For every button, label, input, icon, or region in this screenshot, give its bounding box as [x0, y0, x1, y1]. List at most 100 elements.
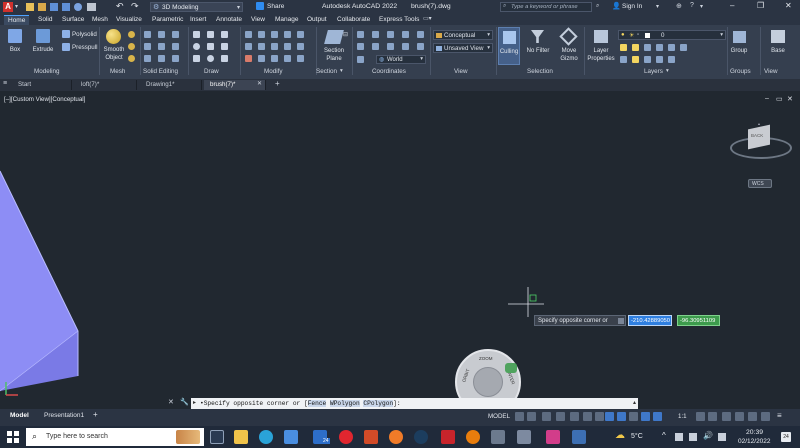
ellipse-icon[interactable] [207, 55, 214, 62]
layer-tool-icon[interactable] [656, 44, 663, 51]
user-icon[interactable]: 👤 [612, 2, 621, 10]
culling-button[interactable]: Culling [498, 27, 520, 65]
tab-collaborate[interactable]: Collaborate [333, 15, 374, 25]
move-icon[interactable] [245, 31, 252, 38]
wheel-zoom-label[interactable]: ZOOM [479, 356, 493, 361]
network-icon[interactable] [689, 433, 697, 441]
tray-icon[interactable] [675, 433, 683, 441]
weather-icon[interactable]: ☁ [615, 430, 625, 441]
language-icon[interactable] [718, 433, 726, 441]
viewport-minimize-icon[interactable]: – [765, 95, 769, 102]
solid-edit-icon[interactable] [144, 55, 151, 62]
infer-icon[interactable] [542, 412, 551, 421]
ucs-icon[interactable] [402, 43, 409, 50]
binoculars-icon[interactable]: ⌕ [596, 3, 599, 10]
layers-panel-label[interactable]: Layers [644, 68, 663, 75]
share-icon[interactable] [256, 2, 264, 10]
lineweight-icon[interactable] [629, 412, 638, 421]
layer-properties-button[interactable]: Layer Properties [586, 27, 616, 65]
mesh-panel-label[interactable]: Mesh [110, 68, 125, 75]
viewport-close-icon[interactable]: ✕ [787, 95, 793, 103]
trim-icon[interactable] [271, 31, 278, 38]
modeling-panel-label[interactable]: Modeling [34, 68, 60, 75]
layer-tool-icon[interactable] [632, 44, 639, 51]
doc-tab-loft[interactable]: loft(7)* [75, 80, 137, 90]
tab-visualize[interactable]: Visualize [112, 15, 146, 25]
ucs-icon[interactable] [357, 56, 364, 63]
tab-parametric[interactable]: Parametric [148, 15, 187, 25]
extrude-button[interactable]: Extrude [30, 27, 56, 61]
layer-tool-icon[interactable] [620, 56, 627, 63]
annotation-visibility-icon[interactable] [641, 412, 650, 421]
quick-access-save-icon[interactable] [50, 3, 58, 11]
chevron-down-icon[interactable]: ▾ [666, 68, 669, 74]
ucs-icon[interactable] [372, 43, 379, 50]
stretch-icon[interactable] [258, 43, 265, 50]
minimize-icon[interactable]: – [730, 1, 734, 10]
ucs-icon[interactable] [417, 31, 424, 38]
add-layout-icon[interactable]: + [93, 410, 98, 419]
view-panel-label[interactable]: View [454, 68, 468, 75]
tab-mesh[interactable]: Mesh [88, 15, 112, 25]
ucs-dropdown[interactable]: ◍ World ▾ [376, 55, 426, 64]
solid-edit-icon[interactable] [172, 31, 179, 38]
ucs-icon[interactable] [417, 43, 424, 50]
autocad-taskbar-icon[interactable] [441, 430, 455, 444]
presspull-button[interactable]: Presspull [72, 44, 97, 51]
command-close-icon[interactable]: ✕ [168, 398, 174, 406]
3d-move-icon[interactable] [284, 55, 291, 62]
layer-tool-icon[interactable] [668, 56, 675, 63]
layer-tool-icon[interactable] [656, 56, 663, 63]
workspace-switch-icon[interactable] [696, 412, 705, 421]
hardware-acceleration-icon[interactable] [748, 412, 757, 421]
redo-icon[interactable]: ↷ [131, 1, 139, 12]
base-button[interactable]: Base [764, 27, 792, 65]
model-space-button[interactable]: MODEL [488, 413, 510, 420]
polar-icon[interactable] [583, 412, 592, 421]
solid-edit-icon[interactable] [172, 43, 179, 50]
annotation-scale[interactable]: 1:1 [678, 413, 687, 420]
option-cpolygon[interactable]: CPolygon [363, 400, 394, 407]
ucs-icon[interactable] [402, 31, 409, 38]
wcs-menu[interactable]: WCS [748, 179, 772, 188]
option-wpolygon[interactable]: WPolygon [329, 400, 360, 407]
office-icon[interactable] [364, 430, 378, 444]
annotation-monitor-icon[interactable] [708, 412, 717, 421]
coord-y-input[interactable]: -96.30951109 [677, 315, 720, 326]
hamburger-icon[interactable]: ≡ [3, 80, 7, 87]
selection-panel-label[interactable]: Selection [527, 68, 553, 75]
workspace-dropdown[interactable]: ⚙ 3D Modeling ▾ [150, 2, 243, 12]
auto-scale-icon[interactable] [653, 412, 662, 421]
modify-panel-label[interactable]: Modify [264, 68, 283, 75]
chevron-down-icon[interactable]: ▾ [340, 68, 343, 74]
new-tab-icon[interactable]: + [275, 79, 280, 88]
app-icon-3[interactable] [546, 430, 560, 444]
smooth-object-button[interactable]: Smooth Object [102, 27, 126, 65]
solid-edit-icon[interactable] [158, 43, 165, 50]
offset-icon[interactable] [297, 43, 304, 50]
ribbon-minimize-icon[interactable]: ▭▾ [423, 15, 432, 22]
polyline-icon[interactable] [207, 31, 214, 38]
chevron-down-icon[interactable]: ▾ [656, 3, 659, 10]
spline-icon[interactable] [221, 43, 228, 50]
taskbar-search-input[interactable]: ⌕ Type here to search [26, 428, 204, 446]
quick-access-print-icon[interactable] [87, 3, 96, 11]
file-explorer-icon[interactable] [234, 430, 248, 444]
app-icon-2[interactable] [517, 430, 531, 444]
opera-icon[interactable] [339, 430, 353, 444]
tab-solid[interactable]: Solid [34, 15, 56, 25]
grid-icon[interactable] [515, 412, 524, 421]
tab-view[interactable]: View [247, 15, 269, 25]
solid-edit-icon[interactable] [158, 31, 165, 38]
3d-solid-object[interactable] [0, 91, 120, 398]
dynamic-input-icon[interactable] [556, 412, 565, 421]
layer-tool-icon[interactable] [644, 44, 651, 51]
view-panel-label-2[interactable]: View [764, 68, 778, 75]
layer-dropdown[interactable]: ● ☀ ▫ 0 ▾ [618, 30, 726, 40]
array-icon[interactable] [284, 43, 291, 50]
scale-icon[interactable] [271, 43, 278, 50]
wheel-handle[interactable] [505, 363, 517, 373]
ucs-icon[interactable] [372, 31, 379, 38]
ortho-icon[interactable] [570, 412, 579, 421]
cart-icon[interactable]: ⊕ [676, 2, 682, 10]
